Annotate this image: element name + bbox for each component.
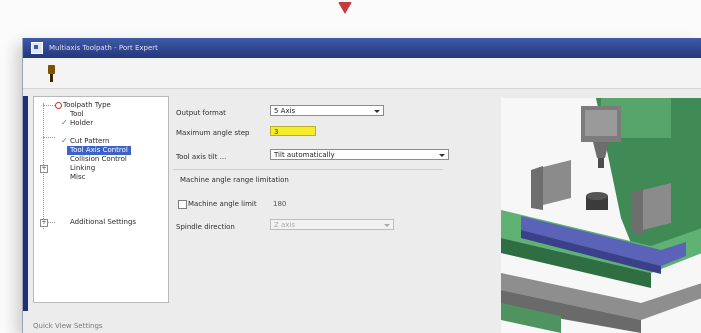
tree-item-tool-axis-control[interactable]: Tool Axis Control — [67, 146, 131, 155]
toolbar — [23, 58, 701, 89]
tree-item-cut-pattern[interactable]: Cut Pattern — [70, 137, 109, 146]
title-bar: Multiaxis Toolpath - Port Expert — [23, 38, 701, 58]
tree-item-linking[interactable]: Linking — [70, 164, 95, 173]
tree-item-tool[interactable]: Tool — [70, 110, 84, 119]
tree-item-misc[interactable]: Misc — [70, 173, 85, 182]
milling-tool-icon[interactable] — [47, 65, 56, 82]
left-accent-bar — [23, 96, 28, 311]
tree-connector — [43, 137, 55, 138]
machine-preview-image — [501, 98, 701, 333]
max-angle-step-label: Maximum angle step — [176, 129, 250, 137]
machine-angle-limit-checkbox[interactable] — [178, 200, 187, 209]
machine-angle-group-title: Machine angle range limitation — [180, 176, 289, 184]
spindle-direction-label: Spindle direction — [176, 223, 235, 231]
tool-axis-limit-select[interactable]: Tilt automatically — [270, 149, 449, 160]
output-format-label: Output format — [176, 109, 226, 117]
machine-angle-limit-label: Machine angle limit — [188, 200, 257, 208]
machine-model-graphic — [501, 98, 701, 333]
machine-angle-limit-value: 180 — [273, 200, 287, 208]
chevron-down-icon — [374, 110, 380, 113]
error-circle-icon — [55, 102, 62, 109]
chevron-down-icon — [384, 224, 390, 227]
tree-connector — [43, 105, 55, 106]
tree-item-additional-settings[interactable]: Additional Settings — [70, 218, 136, 227]
tree-item-toolpath-type[interactable]: Toolpath Type — [63, 101, 111, 110]
tool-axis-limit-value: Tilt automatically — [274, 151, 335, 159]
max-angle-step-input[interactable]: 3 — [270, 126, 316, 136]
tree-item-collision-control[interactable]: Collision Control — [70, 155, 127, 164]
spindle-direction-value: Z axis — [274, 221, 296, 229]
expand-plus-icon[interactable]: + — [40, 219, 48, 227]
settings-tree: Toolpath Type Tool ✓ Holder ✓ Cut Patter… — [33, 96, 169, 303]
tool-axis-limit-label: Tool axis tilt ... — [176, 153, 227, 161]
chevron-down-icon — [439, 154, 445, 157]
output-format-value: 5 Axis — [274, 107, 296, 115]
tree-item-holder[interactable]: Holder — [70, 119, 93, 128]
app-icon — [31, 42, 43, 54]
group-divider — [173, 169, 443, 170]
window-title: Multiaxis Toolpath - Port Expert — [49, 44, 158, 52]
quick-view-settings-label[interactable]: Quick View Settings — [33, 322, 103, 330]
output-format-select[interactable]: 5 Axis — [270, 105, 384, 116]
spindle-direction-select: Z axis — [270, 219, 394, 230]
top-pin-marker — [338, 2, 352, 14]
checkmark-icon: ✓ — [61, 136, 68, 145]
checkmark-icon: ✓ — [61, 118, 68, 127]
expand-plus-icon[interactable]: + — [40, 165, 48, 173]
toolpath-dialog: Multiaxis Toolpath - Port Expert Toolpat… — [22, 38, 701, 333]
